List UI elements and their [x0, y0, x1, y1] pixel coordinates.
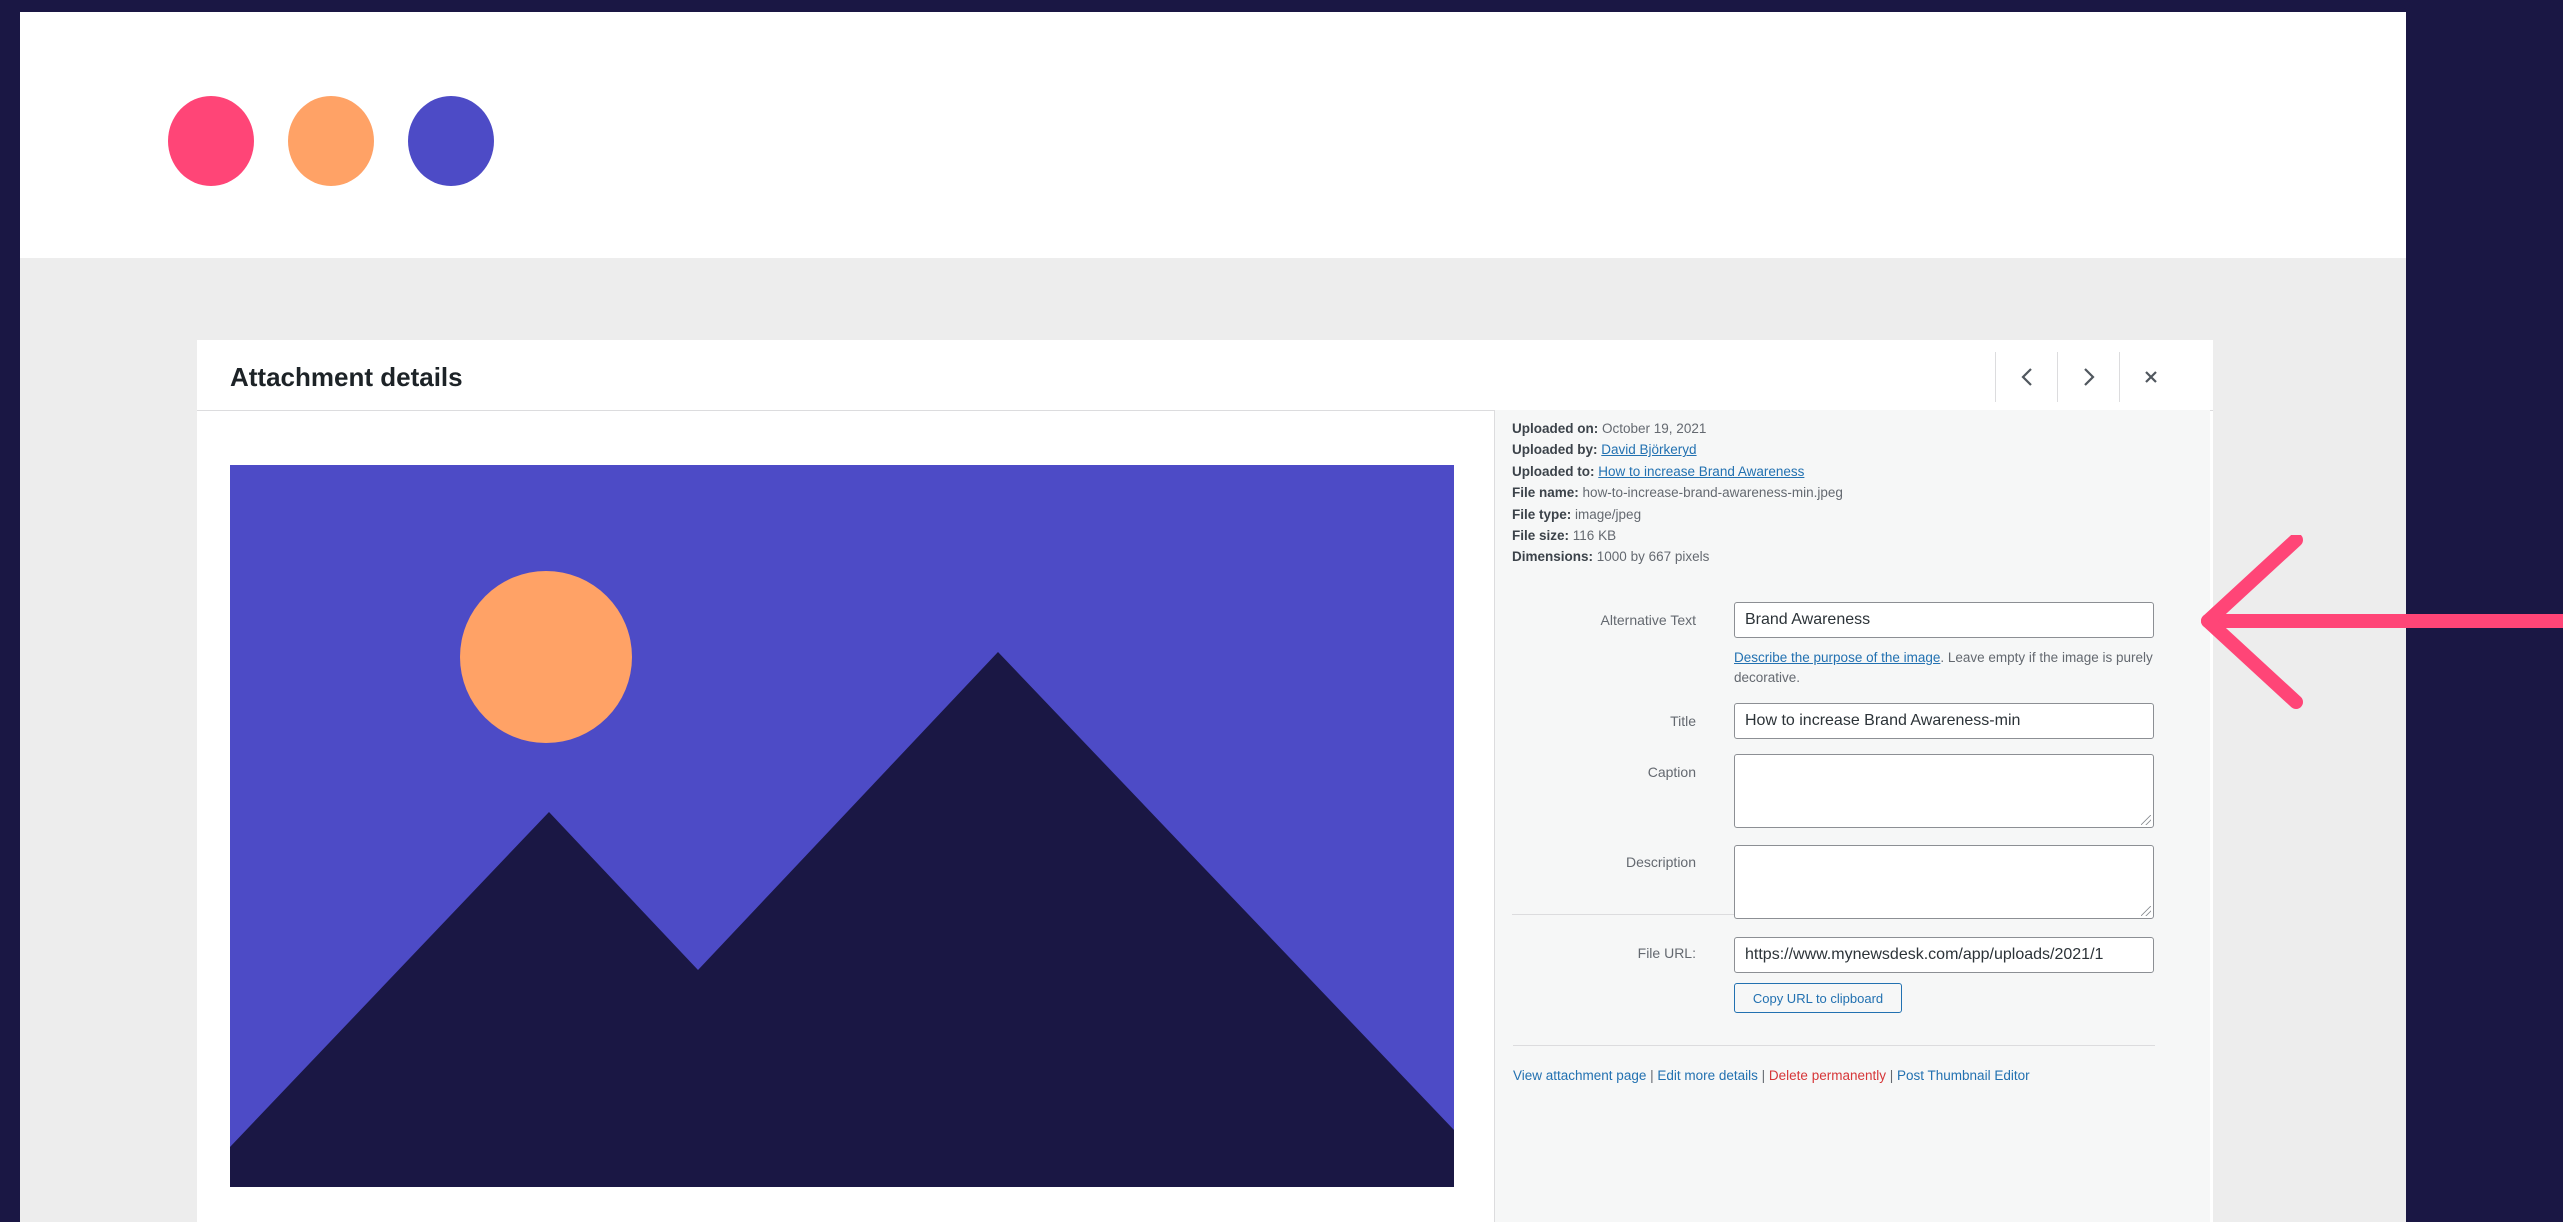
- resize-grip-icon[interactable]: [2141, 906, 2151, 916]
- view-attachment-page-link[interactable]: View attachment page: [1513, 1068, 1646, 1083]
- separator: |: [1886, 1068, 1898, 1083]
- close-window-dot[interactable]: [168, 96, 254, 186]
- title-label: Title: [1670, 713, 1696, 729]
- maximize-window-dot[interactable]: [408, 96, 494, 186]
- minimize-window-dot[interactable]: [288, 96, 374, 186]
- description-label: Description: [1625, 854, 1696, 870]
- edit-more-details-link[interactable]: Edit more details: [1657, 1068, 1758, 1083]
- sun-icon: [460, 571, 632, 743]
- attachment-actions: View attachment page | Edit more details…: [1513, 1068, 2030, 1083]
- divider: [1513, 1045, 2155, 1046]
- delete-permanently-link[interactable]: Delete permanently: [1769, 1068, 1886, 1083]
- alt-text-label: Alternative Text: [1600, 612, 1696, 628]
- separator: |: [1646, 1068, 1658, 1083]
- title-input[interactable]: How to increase Brand Awareness-min: [1734, 703, 2154, 739]
- copy-url-button[interactable]: Copy URL to clipboard: [1734, 983, 1902, 1013]
- modal-title: Attachment details: [230, 362, 463, 392]
- caption-textarea[interactable]: [1734, 754, 2154, 828]
- file-url-input[interactable]: https://www.mynewsdesk.com/app/uploads/2…: [1734, 937, 2154, 973]
- post-thumbnail-editor-link[interactable]: Post Thumbnail Editor: [1897, 1068, 2030, 1083]
- alt-text-help: Describe the purpose of the image. Leave…: [1734, 648, 2164, 688]
- alt-text-input[interactable]: Brand Awareness: [1734, 602, 2154, 638]
- separator: |: [1757, 1068, 1769, 1083]
- attachment-form: Alternative Text Brand Awareness Describ…: [1493, 0, 2209, 1222]
- resize-grip-icon[interactable]: [2141, 815, 2151, 825]
- description-textarea[interactable]: [1734, 845, 2154, 919]
- arrow-left-icon: [2201, 535, 2563, 709]
- attachment-image-preview: [230, 465, 1454, 1187]
- file-url-label: File URL:: [1637, 945, 1696, 961]
- caption-label: Caption: [1647, 764, 1696, 780]
- alt-text-help-link[interactable]: Describe the purpose of the image: [1734, 650, 1940, 665]
